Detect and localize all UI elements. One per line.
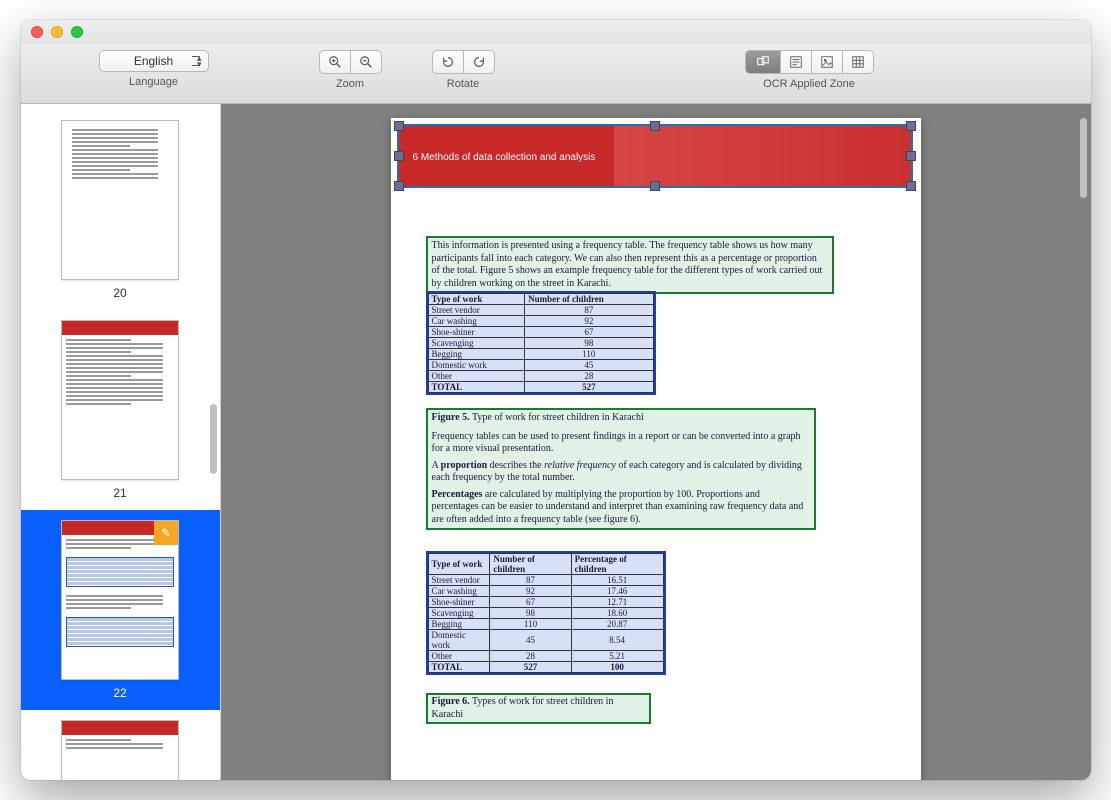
ocr-table-zone[interactable]: Type of work Number of children Percenta… [426,551,666,675]
paragraph-text: A proportion describes the relative freq… [432,460,810,485]
thumbnail-preview [61,720,179,780]
thumbnail-number: 22 [113,686,126,700]
thumbnail-preview [61,320,179,480]
rotate-left-icon [441,55,455,69]
resize-handle[interactable] [906,181,916,191]
ocr-zone-image-button[interactable] [811,50,843,74]
ocr-zone-group: OCR Applied Zone [745,50,874,90]
edit-icon: ✎ [154,521,178,545]
ocr-text-zone[interactable]: This information is presented using a fr… [426,236,834,294]
page-banner-title: 6 Methods of data collection and analysi… [399,126,911,163]
window-minimize-button[interactable] [51,26,63,38]
window-close-button[interactable] [31,26,43,38]
zoom-out-button[interactable] [350,50,382,74]
resize-handle[interactable] [394,151,404,161]
ocr-text-zone[interactable]: Figure 6. Types of work for street child… [426,693,651,724]
window-titlebar [21,20,1091,44]
resize-handle[interactable] [906,151,916,161]
paragraph-text: Percentages are calculated by multiplyin… [432,489,810,527]
table-header: Number of children [490,554,571,575]
resize-handle[interactable] [394,121,404,131]
ocr-table-zone[interactable]: Type of work Number of children Street v… [426,291,656,395]
selection-icon [756,55,770,69]
thumbnail-preview [61,120,179,280]
resize-handle[interactable] [650,181,660,191]
thumbnail-number: 21 [113,486,126,500]
language-select[interactable]: English ▴▾ [99,50,209,72]
window-zoom-button[interactable] [71,26,83,38]
ocr-zone-table-button[interactable] [842,50,874,74]
table-header: Type of work [428,554,490,575]
thumbnail-page-23[interactable] [21,710,220,780]
language-label: Language [129,76,178,88]
ocr-zone-text-button[interactable] [780,50,812,74]
text-zone-icon [789,55,803,69]
app-window: English ▴▾ Language Zoom [21,20,1091,780]
toolbar: English ▴▾ Language Zoom [21,44,1091,104]
ocr-zone-label: OCR Applied Zone [763,78,855,90]
frequency-table-1: Type of work Number of children Street v… [428,293,654,393]
table-zone-icon [851,55,865,69]
table-header: Type of work [428,294,525,305]
zoom-in-icon [328,55,342,69]
zoom-in-button[interactable] [319,50,351,74]
resize-handle[interactable] [906,121,916,131]
resize-handle[interactable] [650,121,660,131]
ocr-text-zone[interactable]: Figure 5. Figure 5. Type of work for str… [426,408,816,530]
zoom-group: Zoom [319,50,382,90]
table-header: Percentage of children [571,554,663,575]
language-selected: English [134,54,173,68]
zoom-out-icon [359,55,373,69]
ocr-zone-select-button[interactable] [745,50,781,74]
zoom-label: Zoom [336,78,364,90]
figure-caption: Figure 5. Figure 5. Type of work for str… [432,412,810,425]
viewer-scrollbar[interactable] [1080,118,1087,198]
resize-handle[interactable] [394,181,404,191]
thumbnail-preview: ✎ [61,520,179,680]
content-area: 20 21 [21,104,1091,780]
updown-icon: ▴▾ [197,55,202,67]
thumbnail-page-22[interactable]: ✎ 22 [21,510,220,710]
thumbnail-page-20[interactable]: 20 [21,110,220,310]
rotate-right-button[interactable] [463,50,495,74]
thumbnail-number: 20 [113,286,126,300]
rotate-right-icon [472,55,486,69]
rotate-label: Rotate [447,78,479,90]
frequency-table-2: Type of work Number of children Percenta… [428,553,664,673]
sidebar-scrollbar[interactable] [210,404,217,474]
figure-caption: Figure 6. Types of work for street child… [432,696,614,720]
rotate-left-button[interactable] [432,50,464,74]
page-viewer[interactable]: 6 Methods of data collection and analysi… [221,104,1091,780]
ocr-image-zone[interactable]: 6 Methods of data collection and analysi… [397,124,913,188]
image-zone-icon [820,55,834,69]
paragraph-text: This information is presented using a fr… [432,240,823,289]
rotate-group: Rotate [432,50,495,90]
paragraph-text: Frequency tables can be used to present … [432,431,810,456]
language-group: English ▴▾ Language [99,50,209,88]
thumbnail-sidebar[interactable]: 20 21 [21,104,221,780]
thumbnail-page-21[interactable]: 21 [21,310,220,510]
document-page[interactable]: 6 Methods of data collection and analysi… [391,118,921,780]
table-header: Number of children [525,294,653,305]
